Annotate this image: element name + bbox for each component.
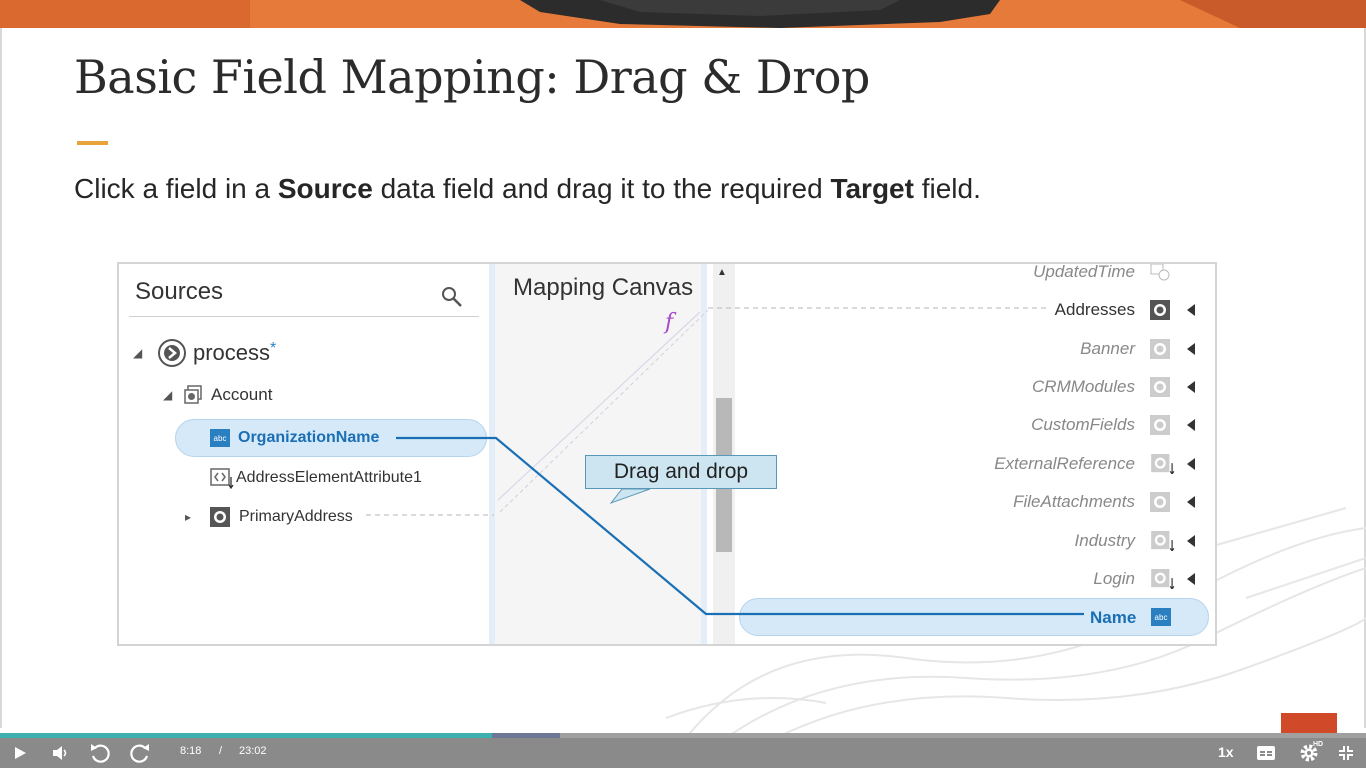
player-controls	[0, 738, 1366, 768]
object-icon	[210, 507, 230, 527]
attribute-icon	[210, 468, 234, 489]
search-icon[interactable]	[441, 286, 463, 308]
object-type-icon	[1150, 339, 1170, 359]
collapse-triangle-icon[interactable]: ◢	[133, 346, 147, 360]
source-field-organizationname[interactable]: abc OrganizationName	[210, 429, 379, 447]
rewind-icon	[91, 744, 110, 763]
collapse-triangle-icon[interactable]: ◢	[163, 388, 177, 402]
forward-button[interactable]	[128, 742, 152, 764]
hd-label: HD	[1313, 741, 1324, 748]
play-button[interactable]	[10, 742, 30, 764]
sources-divider	[129, 316, 479, 317]
expand-arrow-icon[interactable]	[1187, 381, 1195, 393]
selected-target-highlight	[739, 598, 1209, 636]
expand-triangle-icon[interactable]: ▸	[185, 510, 199, 524]
target-field-fileattachments[interactable]: FileAttachments	[1013, 492, 1135, 512]
object-type-icon	[1150, 415, 1170, 435]
playback-speed-button[interactable]: 1x	[1218, 744, 1234, 760]
field-label: OrganizationName	[238, 429, 380, 446]
object-type-icon	[1150, 377, 1170, 397]
captions-icon	[1257, 746, 1275, 760]
account-label: Account	[211, 385, 273, 404]
collection-type-icon	[1151, 531, 1175, 551]
source-field-addresselementattribute1[interactable]: AddressElementAttribute1	[210, 467, 422, 489]
object-type-icon	[1150, 300, 1170, 320]
object-type-icon	[1150, 492, 1170, 512]
collection-type-icon	[1151, 454, 1175, 474]
target-field-name[interactable]: Name	[1090, 608, 1136, 628]
expand-arrow-icon[interactable]	[1187, 535, 1195, 547]
forward-icon	[130, 744, 149, 763]
target-field-updatedtime[interactable]: UpdatedTime	[1033, 264, 1135, 282]
mapping-screenshot: Sources ◢ process* ◢ Account abc Organiz…	[117, 262, 1217, 646]
settings-button[interactable]: HD	[1294, 741, 1324, 764]
field-label: AddressElementAttribute1	[236, 469, 422, 486]
play-icon	[15, 747, 26, 759]
mapping-canvas-title: Mapping Canvas	[513, 274, 694, 301]
current-time: 8:18	[180, 745, 202, 757]
expand-arrow-icon[interactable]	[1187, 343, 1195, 355]
tree-node-process[interactable]: ◢ process*	[133, 338, 276, 368]
string-type-icon: abc	[210, 429, 230, 447]
expand-arrow-icon[interactable]	[1187, 458, 1195, 470]
total-time: 23:02	[239, 745, 267, 757]
slide-title: Basic Field Mapping: Drag & Drop	[74, 50, 870, 104]
source-field-primaryaddress[interactable]: ▸ PrimaryAddress	[185, 506, 353, 528]
expand-arrow-icon[interactable]	[1187, 573, 1195, 585]
object-icon	[184, 385, 202, 404]
exit-fullscreen-button[interactable]	[1336, 742, 1356, 764]
string-type-icon: abc	[1151, 608, 1171, 626]
process-label: process*	[193, 340, 277, 365]
captions-button[interactable]	[1256, 742, 1276, 764]
field-label: PrimaryAddress	[239, 508, 353, 525]
header-banner-art	[0, 0, 1366, 28]
datetime-type-icon	[1150, 264, 1170, 281]
scroll-up-icon[interactable]: ▲	[717, 267, 727, 278]
expand-arrow-icon[interactable]	[1187, 496, 1195, 508]
target-field-addresses[interactable]: Addresses	[1055, 300, 1135, 320]
rewind-button[interactable]	[88, 742, 112, 764]
exit-fullscreen-icon	[1339, 746, 1353, 760]
title-accent-rule	[77, 141, 108, 145]
target-field-crmmodules[interactable]: CRMModules	[1032, 377, 1135, 397]
function-icon[interactable]: f	[665, 310, 673, 335]
tree-node-account[interactable]: ◢ Account	[163, 385, 272, 405]
slide-left-edge	[0, 28, 2, 728]
time-separator: /	[219, 745, 223, 757]
expand-arrow-icon[interactable]	[1187, 304, 1195, 316]
drag-and-drop-callout: Drag and drop	[585, 455, 777, 489]
instruction-text: Click a field in a Source data field and…	[74, 173, 981, 204]
sources-panel-title: Sources	[135, 278, 224, 305]
target-field-industry[interactable]: Industry	[1075, 531, 1135, 551]
target-field-banner[interactable]: Banner	[1080, 339, 1135, 359]
expand-arrow-icon[interactable]	[1187, 419, 1195, 431]
collection-type-icon	[1151, 569, 1175, 589]
target-field-externalreference[interactable]: ExternalReference	[994, 454, 1135, 474]
target-field-customfields[interactable]: CustomFields	[1031, 415, 1135, 435]
volume-button[interactable]	[50, 742, 72, 764]
process-icon	[158, 339, 186, 367]
volume-icon	[53, 746, 67, 760]
target-field-login[interactable]: Login	[1093, 569, 1135, 589]
